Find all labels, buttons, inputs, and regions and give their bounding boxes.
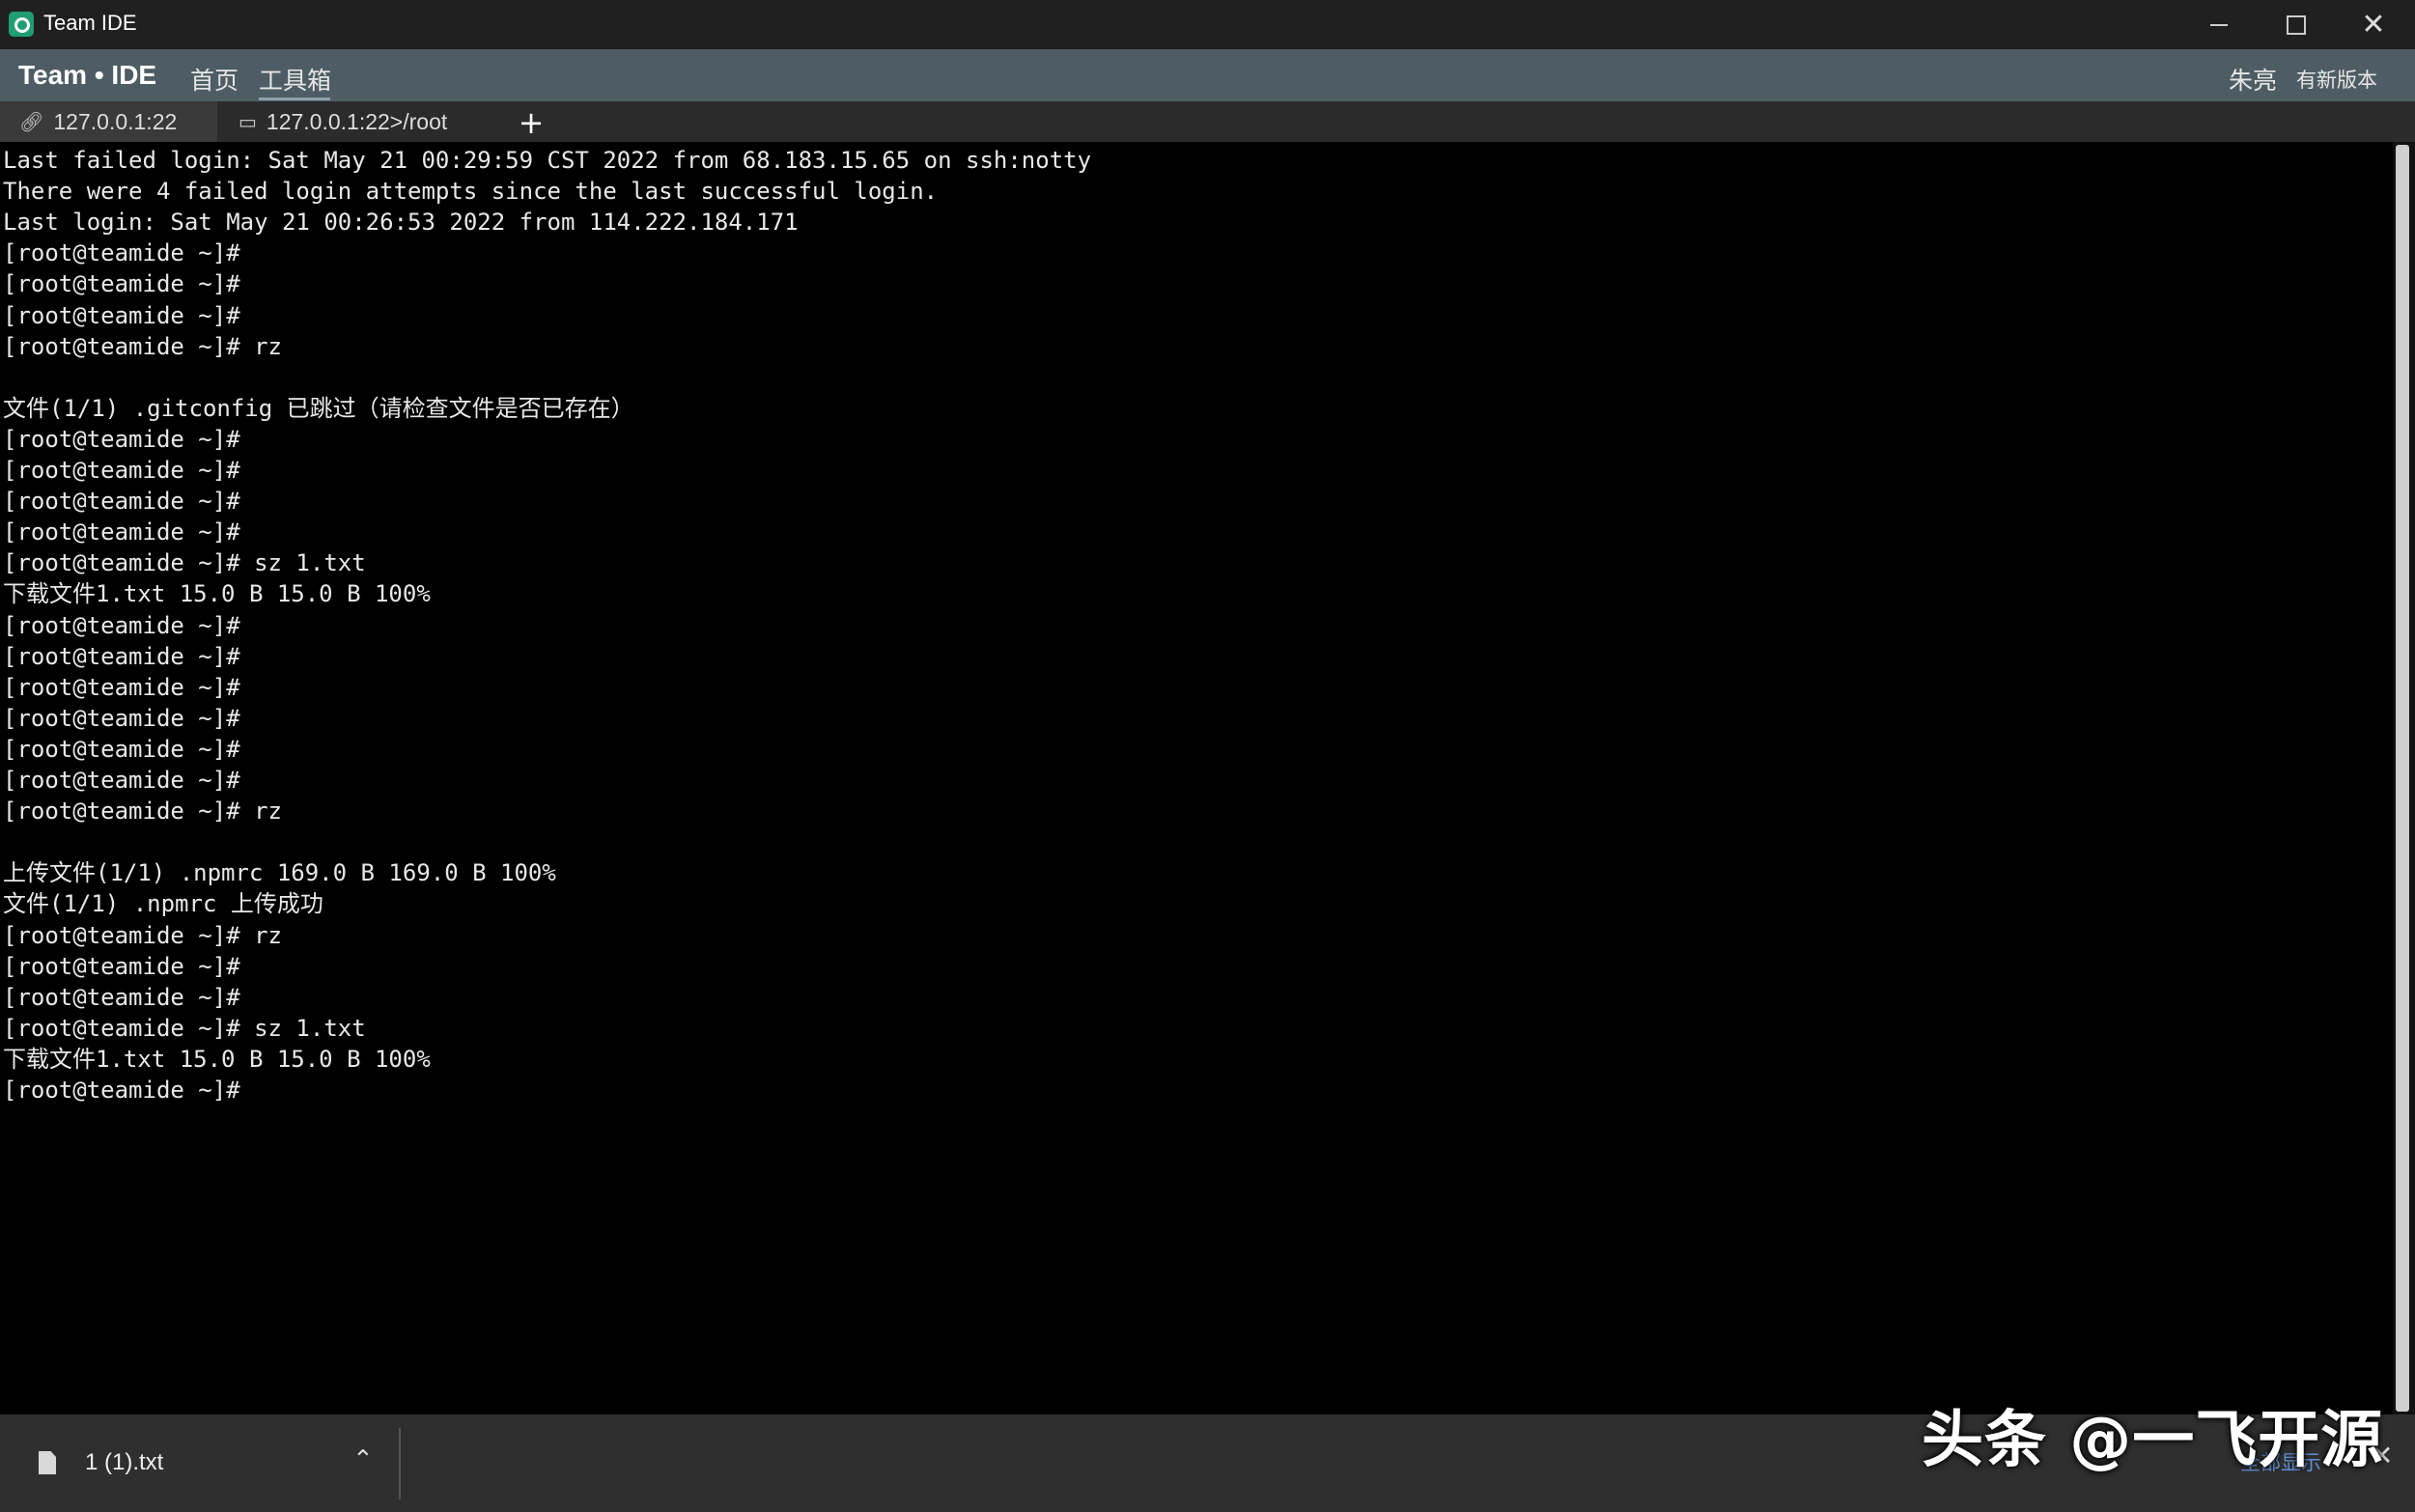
menu-item-home[interactable]: 首页	[190, 62, 239, 97]
terminal-line: [root@teamide ~]#	[3, 673, 240, 701]
terminal-line: [root@teamide ~]#	[3, 425, 240, 453]
minimize-icon	[2210, 23, 2228, 26]
terminal-line: [root@teamide ~]#	[3, 270, 240, 298]
tab-bar: 🔗︎ 127.0.0.1:22 ▭ 127.0.0.1:22>/root +	[0, 101, 2415, 142]
terminal-line: [root@teamide ~]# sz 1.txt	[3, 549, 366, 577]
active-menu-indicator	[259, 98, 330, 100]
terminal-line: [root@teamide ~]#	[3, 239, 240, 267]
watermark-text: 头条 @一飞开源	[1922, 1405, 2384, 1476]
tab-terminal[interactable]: ▭ 127.0.0.1:22>/root	[217, 101, 497, 142]
terminal-line: There were 4 failed login attempts since…	[3, 178, 939, 206]
divider	[399, 1428, 401, 1499]
terminal-line: [root@teamide ~]#	[3, 983, 240, 1011]
terminal-line: [root@teamide ~]#	[3, 457, 240, 484]
terminal-line: [root@teamide ~]#	[3, 518, 240, 546]
terminal-line: [root@teamide ~]#	[3, 735, 240, 763]
terminal-line: [root@teamide ~]#	[3, 952, 240, 980]
menu-item-toolbox[interactable]: 工具箱	[259, 62, 331, 97]
user-name[interactable]: 朱亮	[2229, 62, 2277, 97]
close-icon: ✕	[2361, 8, 2386, 42]
terminal-line: [root@teamide ~]# rz	[3, 332, 282, 360]
menu-bar: Team • IDE 首页 工具箱 朱亮 有新版本	[0, 49, 2415, 101]
terminal-line: [root@teamide ~]#	[3, 704, 240, 732]
file-icon	[39, 1451, 56, 1474]
download-file-name: 1 (1).txt	[85, 1449, 164, 1475]
terminal-line: [root@teamide ~]# rz	[3, 921, 282, 949]
maximize-icon	[2287, 14, 2306, 35]
terminal-line: [root@teamide ~]# rz	[3, 798, 282, 826]
close-window-button[interactable]: ✕	[2335, 0, 2412, 49]
tab-label: 127.0.0.1:22	[53, 108, 178, 134]
terminal-line: [root@teamide ~]#	[3, 611, 240, 639]
terminal-line: [root@teamide ~]#	[3, 488, 240, 516]
app-logo-icon	[9, 12, 34, 37]
terminal-icon: ▭	[239, 111, 257, 133]
terminal-line: [root@teamide ~]#	[3, 642, 240, 670]
terminal-line: Last failed login: Sat May 21 00:29:59 C…	[3, 147, 1092, 174]
terminal-line: [root@teamide ~]#	[3, 301, 240, 329]
terminal-line: 下载文件1.txt 15.0 B 15.0 B 100%	[3, 1045, 431, 1073]
maximize-button[interactable]	[2258, 0, 2335, 49]
terminal-line: 下载文件1.txt 15.0 B 15.0 B 100%	[3, 580, 431, 608]
terminal-output[interactable]: Last failed login: Sat May 21 00:29:59 C…	[0, 142, 2393, 1414]
terminal-line: [root@teamide ~]# sz 1.txt	[3, 1014, 366, 1042]
terminal-line: [root@teamide ~]#	[3, 767, 240, 794]
scrollbar-thumb[interactable]	[2396, 145, 2409, 1412]
terminal-line: 上传文件(1/1) .npmrc 169.0 B 169.0 B 100%	[3, 859, 556, 887]
new-version-link[interactable]: 有新版本	[2296, 65, 2377, 94]
download-item[interactable]: 1 (1).txt ⌃	[19, 1428, 401, 1499]
terminal-line: 文件(1/1) .npmrc 上传成功	[3, 890, 323, 918]
window-title: Team IDE	[43, 11, 137, 35]
brand-logo[interactable]: Team • IDE	[18, 60, 156, 91]
tab-connection[interactable]: 🔗︎ 127.0.0.1:22	[0, 101, 217, 142]
title-bar: Team IDE ✕	[0, 0, 2415, 49]
link-icon: 🔗︎	[19, 111, 44, 133]
add-tab-button[interactable]: +	[514, 105, 548, 140]
terminal-line: [root@teamide ~]#	[3, 1077, 240, 1104]
terminal-line: Last login: Sat May 21 00:26:53 2022 fro…	[3, 209, 799, 237]
minimize-button[interactable]	[2180, 0, 2258, 49]
tab-label: 127.0.0.1:22>/root	[266, 108, 448, 134]
terminal-line: 文件(1/1) .gitconfig 已跳过（请检查文件是否已存在）	[3, 394, 634, 422]
chevron-up-icon[interactable]: ⌃	[352, 1445, 374, 1474]
